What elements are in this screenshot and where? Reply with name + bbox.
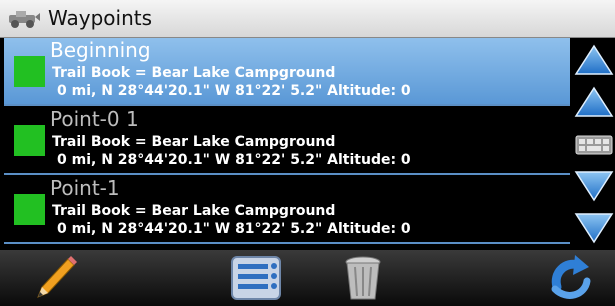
back-icon[interactable] [545,253,595,303]
waypoint-location: 0 mi, N 28°44'20.1" W 81°22' 5.2" Altitu… [57,221,411,237]
waypoint-row[interactable]: Point-0 1 Trail Book = Bear Lake Campgro… [4,107,570,175]
list-menu-icon[interactable] [226,253,286,303]
scroll-down-icon[interactable] [574,166,614,206]
keyboard-icon[interactable] [574,124,614,164]
window-title: Waypoints [48,6,153,30]
waypoint-name: Beginning [50,38,151,62]
waypoint-row[interactable]: Point-1 Trail Book = Bear Lake Campgroun… [4,176,570,244]
waypoint-trail-book: Trail Book = Bear Lake Campground [52,134,336,150]
waypoint-trail-book: Trail Book = Bear Lake Campground [52,203,336,219]
waypoint-name: Point-0 1 [50,107,139,131]
bottom-toolbar [0,250,615,306]
trash-icon[interactable] [338,253,388,303]
scroll-controls [572,38,615,250]
pencil-icon[interactable] [30,253,80,303]
waypoint-trail-book: Trail Book = Bear Lake Campground [52,65,336,81]
waypoint-location: 0 mi, N 28°44'20.1" W 81°22' 5.2" Altitu… [57,83,411,99]
waypoint-list: Beginning Trail Book = Bear Lake Campgro… [4,38,570,244]
scroll-top-icon[interactable] [574,40,614,80]
waypoint-location: 0 mi, N 28°44'20.1" W 81°22' 5.2" Altitu… [57,152,411,168]
scroll-up-icon[interactable] [574,82,614,122]
jeep-logo-icon [9,11,40,28]
waypoint-color-swatch [14,194,45,225]
waypoint-color-swatch [14,125,45,156]
scroll-bottom-icon[interactable] [574,208,614,248]
title-bar: Waypoints [0,0,615,38]
waypoint-row[interactable]: Beginning Trail Book = Bear Lake Campgro… [4,38,570,106]
waypoint-color-swatch [14,56,45,87]
waypoint-name: Point-1 [50,176,120,200]
